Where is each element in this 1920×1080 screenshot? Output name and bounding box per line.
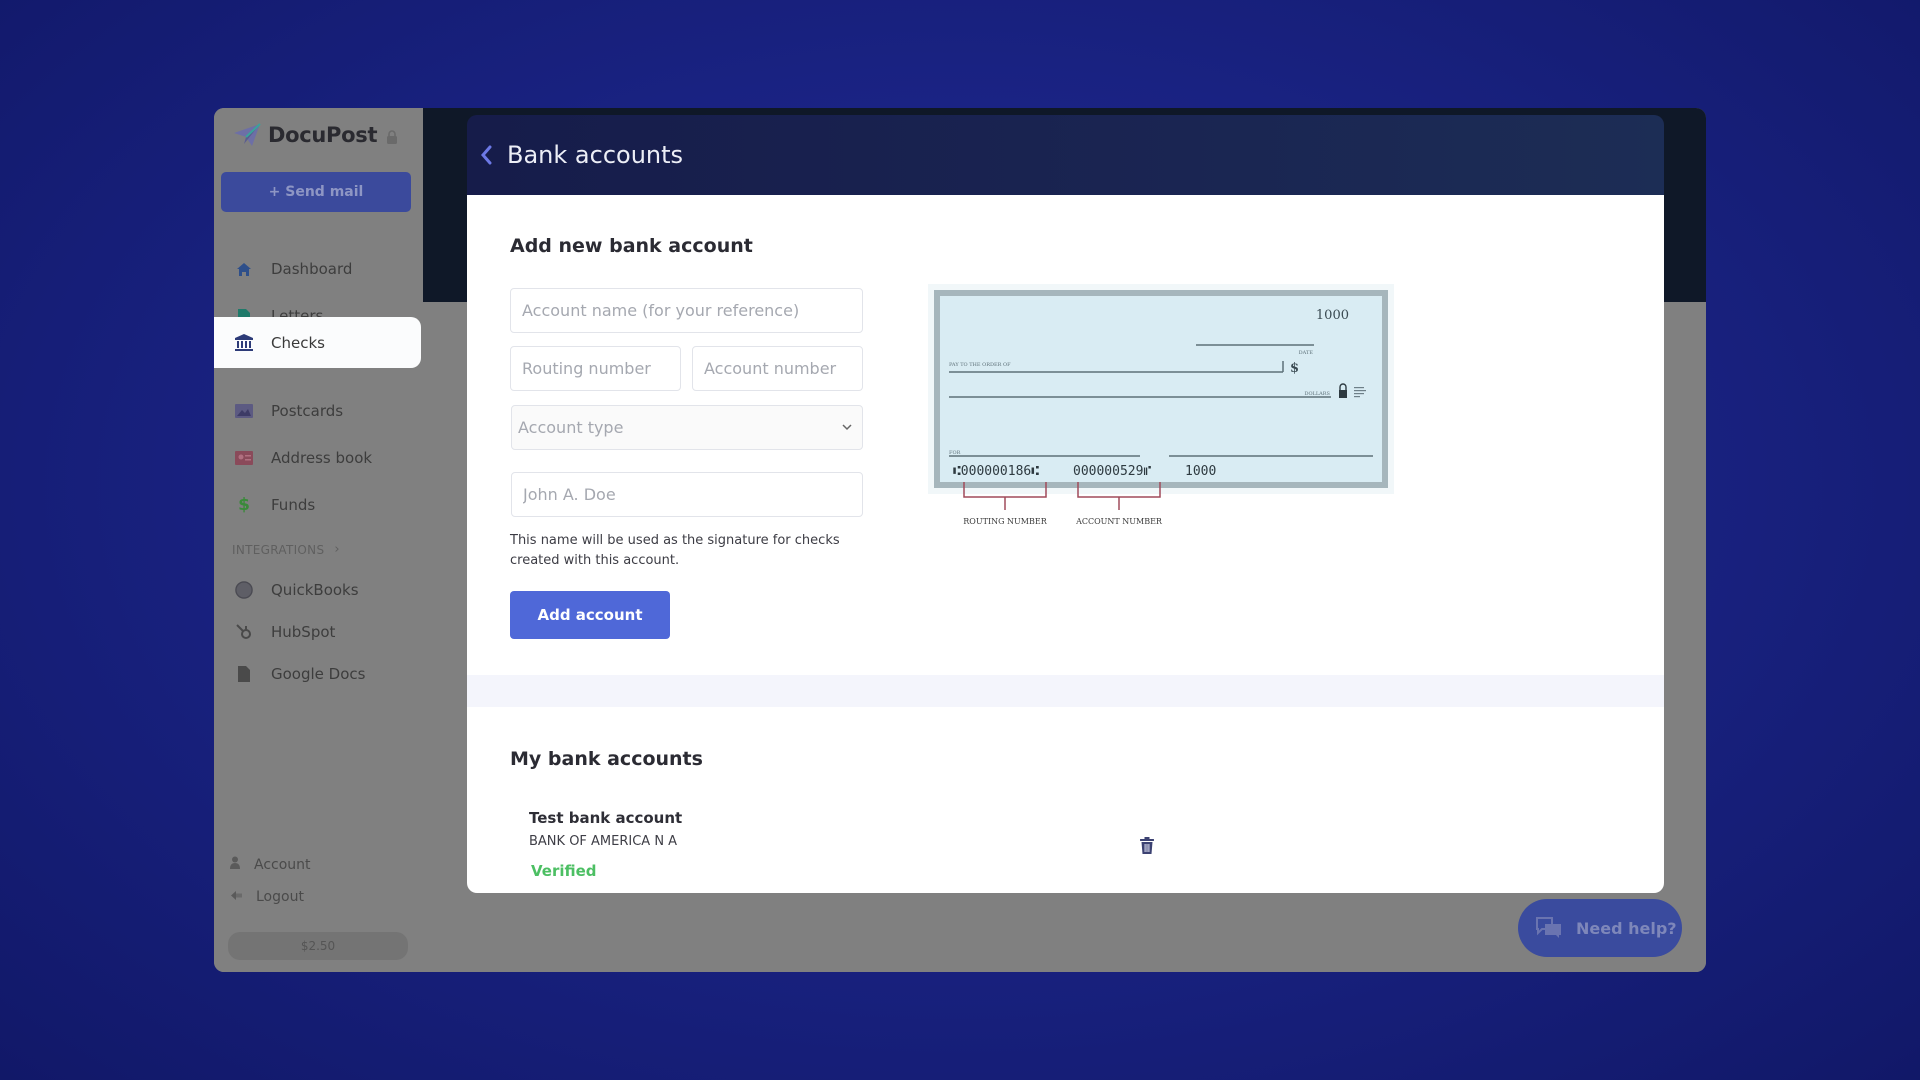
account-name-field[interactable] xyxy=(510,288,863,333)
signature-name-input[interactable] xyxy=(523,485,862,504)
sidebar-item-label: HubSpot xyxy=(271,623,336,641)
user-icon xyxy=(230,856,240,873)
add-account-button[interactable]: Add account xyxy=(510,591,670,639)
pay-to-label: PAY TO THE ORDER OF xyxy=(949,362,1011,368)
bank-icon xyxy=(235,334,253,352)
image-icon xyxy=(235,402,253,420)
check-number: 1000 xyxy=(1316,308,1349,323)
account-label: Account xyxy=(254,856,311,873)
back-button[interactable] xyxy=(475,140,497,170)
sidebar-item-hubspot[interactable]: HubSpot xyxy=(214,611,423,653)
sidebar-item-dashboard[interactable]: Dashboard xyxy=(214,245,423,293)
dollar-sign: $ xyxy=(1290,361,1299,376)
check-face xyxy=(940,296,1382,482)
routing-caption: ROUTING NUMBER xyxy=(963,517,1047,526)
date-label: DATE xyxy=(1299,350,1314,356)
need-help-button[interactable]: Need help? xyxy=(1518,899,1682,957)
account-number-input[interactable] xyxy=(704,359,862,378)
dollars-label: DOLLARS xyxy=(1304,391,1330,397)
micr-account: 000000529⑈ xyxy=(1073,464,1151,479)
sidebar-item-label: Postcards xyxy=(271,402,344,420)
routing-number-input[interactable] xyxy=(522,359,680,378)
chevron-down-icon xyxy=(842,424,852,431)
sidebar-item-label: Checks xyxy=(271,333,325,352)
account-type-placeholder: Account type xyxy=(518,418,624,437)
integrations-toggle[interactable]: INTEGRATIONS › xyxy=(232,542,340,557)
routing-number-field[interactable] xyxy=(510,346,681,391)
chevron-left-icon xyxy=(481,145,492,165)
account-name-input[interactable] xyxy=(522,301,862,320)
sidebar-item-label: Dashboard xyxy=(271,260,353,278)
sidebar-item-label: Address book xyxy=(271,449,373,467)
brand[interactable]: DocuPost xyxy=(232,122,378,148)
sidebar-item-quickbooks[interactable]: QuickBooks xyxy=(214,569,423,611)
paper-plane-logo-icon xyxy=(234,123,261,146)
quickbooks-icon xyxy=(235,581,253,599)
sidebar-item-google-docs[interactable]: Google Docs xyxy=(214,653,423,695)
integrations-label: INTEGRATIONS xyxy=(232,542,325,557)
sidebar: DocuPost + Send mail Dashboard Letters C… xyxy=(214,108,423,972)
home-icon xyxy=(235,260,253,278)
app-window: DocuPost + Send mail Dashboard Letters C… xyxy=(214,108,1706,972)
google-docs-icon xyxy=(235,665,253,683)
logout-link[interactable]: Logout xyxy=(230,889,304,905)
dollar-icon: $ xyxy=(238,495,250,515)
chat-bubbles-icon xyxy=(1536,917,1561,938)
sidebar-item-label: QuickBooks xyxy=(271,581,359,599)
hubspot-icon xyxy=(235,623,253,641)
account-type-select[interactable]: Account type xyxy=(511,405,863,450)
sidebar-item-address-book[interactable]: Address book xyxy=(214,434,423,482)
micr-check-number: 1000 xyxy=(1185,464,1216,479)
lock-icon[interactable] xyxy=(386,130,398,144)
sidebar-item-funds[interactable]: $ Funds xyxy=(214,481,423,529)
account-number-field[interactable] xyxy=(692,346,863,391)
signature-name-field[interactable] xyxy=(511,472,863,517)
section-divider xyxy=(467,675,1664,707)
sidebar-item-label: Funds xyxy=(271,496,316,514)
modal-body: Add new bank account Account type This n… xyxy=(467,195,1664,893)
chevron-right-icon: › xyxy=(334,542,340,557)
modal-title: Bank accounts xyxy=(507,141,684,169)
brand-name: DocuPost xyxy=(268,123,378,147)
logout-label: Logout xyxy=(256,889,304,905)
balance-badge[interactable]: $2.50 xyxy=(228,932,408,960)
sidebar-item-checks[interactable]: Checks xyxy=(214,317,421,368)
my-accounts-heading: My bank accounts xyxy=(510,748,703,770)
sample-check-illustration: 1000 DATE PAY TO THE ORDER OF $ DOLLARS … xyxy=(928,284,1394,526)
logout-icon xyxy=(230,889,242,905)
sidebar-item-label: Google Docs xyxy=(271,665,366,683)
micr-routing: ⑆000000186⑆ xyxy=(953,464,1039,479)
sidebar-item-postcards[interactable]: Postcards xyxy=(214,387,423,435)
signature-hint: This name will be used as the signature … xyxy=(510,533,840,568)
bank-account-name: Test bank account xyxy=(529,809,683,827)
memo-label: FOR xyxy=(949,450,961,456)
account-link[interactable]: Account xyxy=(230,856,311,873)
modal-header: Bank accounts xyxy=(467,115,1664,195)
delete-trash-icon[interactable] xyxy=(1139,837,1155,855)
need-help-label: Need help? xyxy=(1576,918,1677,938)
send-mail-button[interactable]: + Send mail xyxy=(221,172,411,212)
status-badge: Verified xyxy=(531,862,597,880)
bank-name: BANK OF AMERICA N A xyxy=(529,834,678,849)
contact-card-icon xyxy=(235,449,253,467)
add-account-heading: Add new bank account xyxy=(510,235,753,257)
account-caption: ACCOUNT NUMBER xyxy=(1075,517,1163,526)
